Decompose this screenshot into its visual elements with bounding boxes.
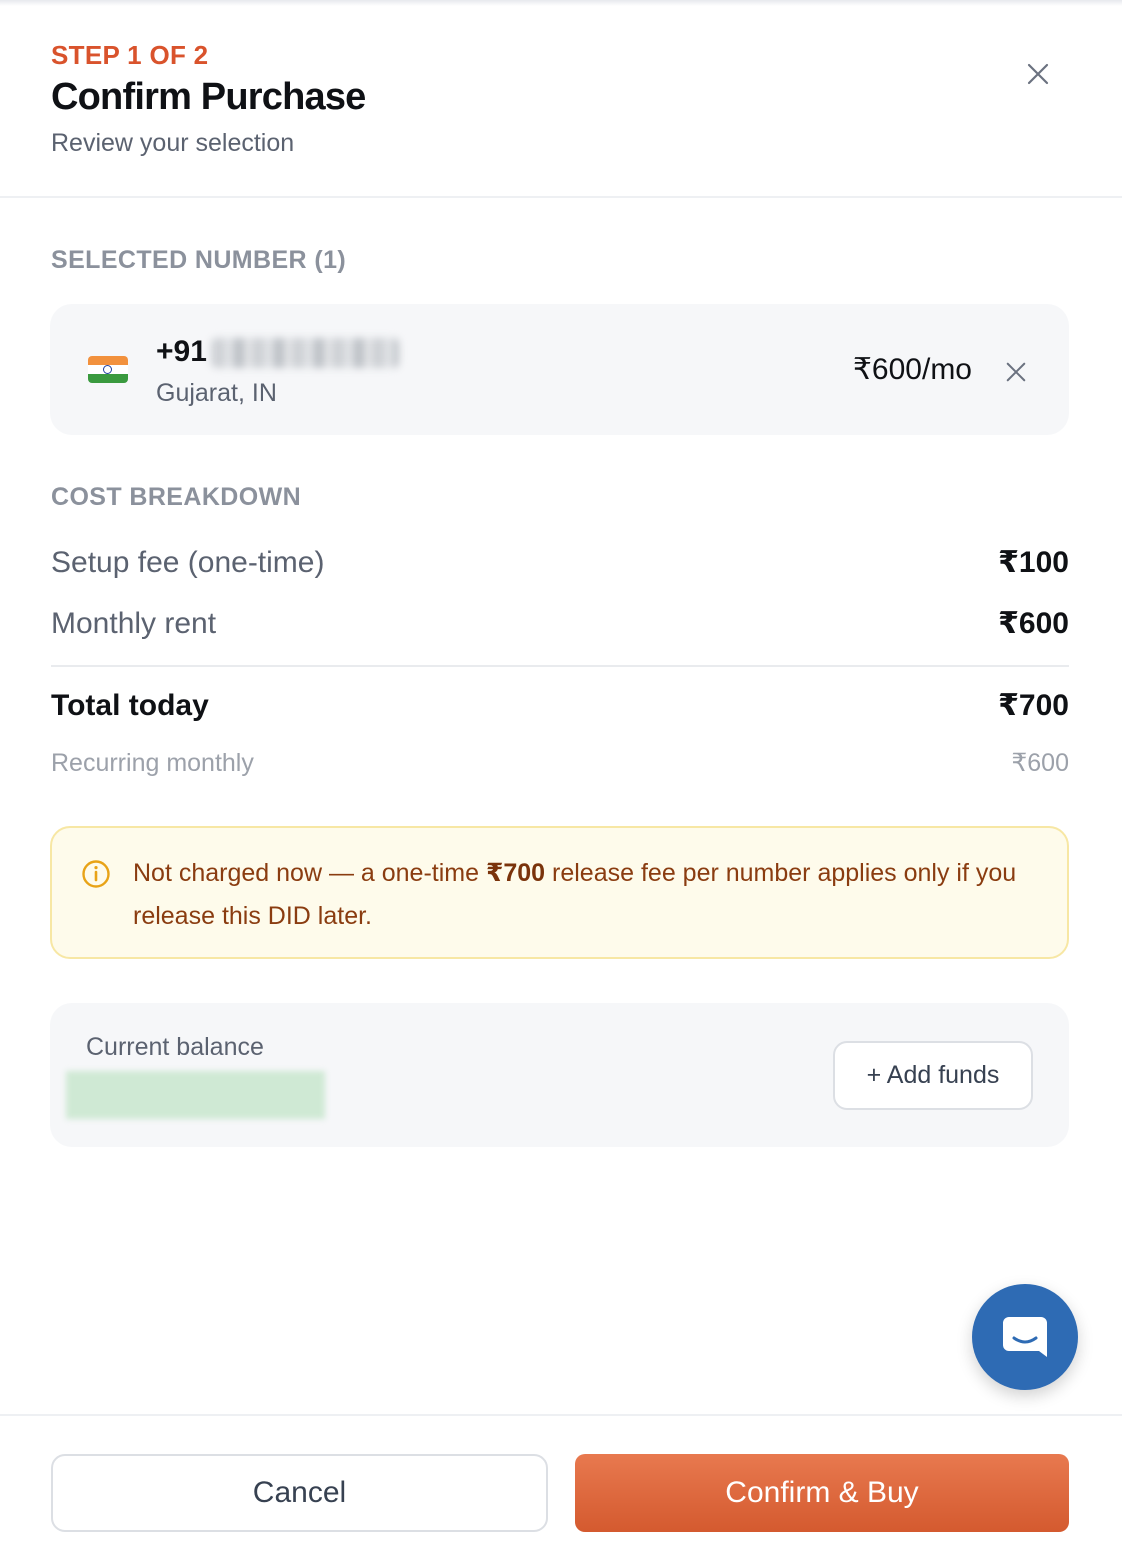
divider xyxy=(51,665,1069,667)
total-value: ₹700 xyxy=(998,689,1069,722)
recurring-label: Recurring monthly xyxy=(51,749,254,777)
number-country-code: +91 xyxy=(156,335,207,368)
number-price: ₹600/mo xyxy=(852,353,972,386)
recurring-row: Recurring monthly ₹600 xyxy=(51,748,1069,778)
close-icon xyxy=(1027,63,1049,85)
cost-row-value: ₹100 xyxy=(998,546,1069,579)
chat-launcher-button[interactable] xyxy=(972,1284,1078,1390)
selected-number-label: SELECTED NUMBER (1) xyxy=(51,246,347,274)
info-icon xyxy=(82,860,110,888)
recurring-value: ₹600 xyxy=(1011,749,1069,777)
total-label: Total today xyxy=(51,689,209,722)
cancel-button[interactable]: Cancel xyxy=(51,1454,548,1532)
cost-row: Setup fee (one-time) ₹100 xyxy=(51,545,1069,580)
notice-text: Not charged now — a one-time ₹700 releas… xyxy=(133,859,1017,930)
modal-header: STEP 1 OF 2 Confirm Purchase Review your… xyxy=(0,0,1122,198)
remove-number-button[interactable] xyxy=(996,352,1036,392)
cost-row-value: ₹600 xyxy=(998,607,1069,640)
close-icon xyxy=(1006,362,1026,382)
balance-card: Current balance + Add funds xyxy=(50,1003,1069,1147)
india-flag-icon xyxy=(88,356,128,383)
release-fee-notice: Not charged now — a one-time ₹700 releas… xyxy=(50,826,1069,959)
total-row: Total today ₹700 xyxy=(51,688,1069,723)
cost-row: Monthly rent ₹600 xyxy=(51,606,1069,641)
number-region: Gujarat, IN xyxy=(156,379,277,407)
cost-row-label: Setup fee (one-time) xyxy=(51,546,325,579)
number-redacted xyxy=(211,338,399,368)
step-indicator: STEP 1 OF 2 xyxy=(51,40,209,70)
selected-number-card: +91 Gujarat, IN ₹600/mo xyxy=(50,304,1069,435)
balance-label: Current balance xyxy=(86,1033,264,1061)
page-subtitle: Review your selection xyxy=(51,129,295,157)
modal-footer: Cancel Confirm & Buy xyxy=(0,1414,1122,1566)
cost-breakdown-label: COST BREAKDOWN xyxy=(51,483,302,511)
cost-row-label: Monthly rent xyxy=(51,607,217,640)
close-button[interactable] xyxy=(1018,54,1058,94)
chat-icon xyxy=(1003,1317,1047,1357)
notice-amount: ₹700 xyxy=(485,859,546,887)
add-funds-button[interactable]: + Add funds xyxy=(833,1041,1033,1110)
balance-value-redacted xyxy=(66,1071,325,1119)
confirm-buy-button[interactable]: Confirm & Buy xyxy=(575,1454,1069,1532)
page-title: Confirm Purchase xyxy=(51,76,366,118)
